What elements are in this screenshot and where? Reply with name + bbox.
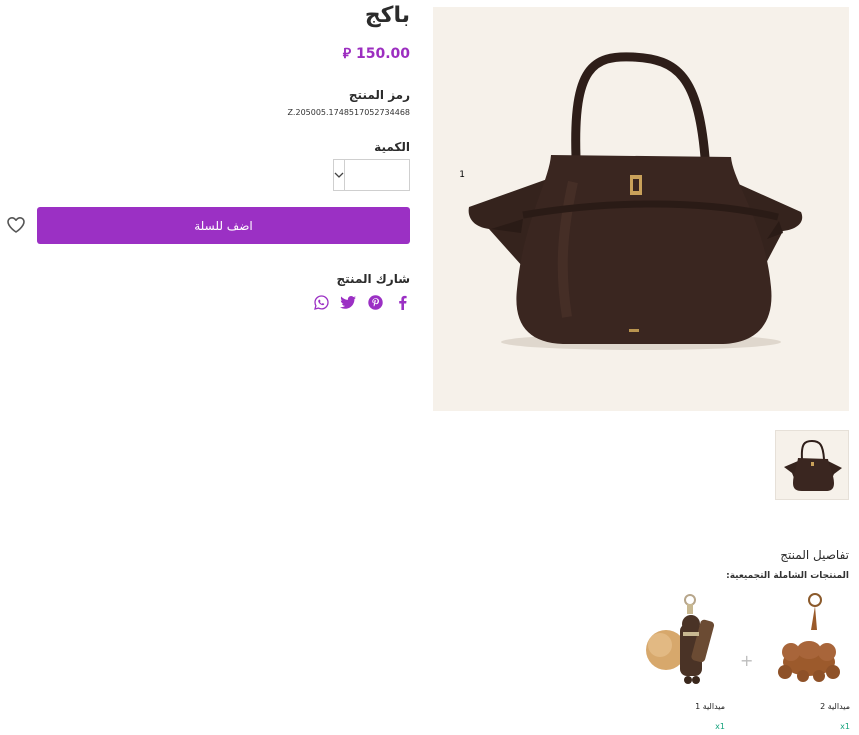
share-label: شارك المنتج	[336, 272, 411, 286]
quantity-label: الكمية	[374, 140, 410, 154]
keychain-bear-image	[778, 593, 840, 682]
bundle-item[interactable]: ميدالية 2 x1	[745, 590, 850, 731]
bundle-item-qty: x1	[840, 722, 850, 731]
whatsapp-icon[interactable]	[313, 294, 329, 310]
plus-icon: +	[740, 651, 754, 670]
price-value: 150.00	[355, 46, 410, 62]
product-main-image[interactable]	[433, 7, 849, 411]
add-to-cart-button[interactable]: اضف للسلة	[37, 207, 410, 244]
quantity-input[interactable]	[345, 160, 471, 190]
details-title: تفاصيل المنتج	[780, 548, 849, 562]
handbag-thumbnail-illustration	[784, 439, 842, 491]
share-icons	[313, 294, 410, 310]
chevron-down-icon	[334, 172, 344, 178]
quantity-stepper[interactable]	[333, 159, 471, 191]
bundle-item[interactable]: ميدالية 1 x1	[620, 590, 725, 731]
product-thumbnail[interactable]	[775, 430, 849, 500]
keychain-fur-image	[646, 594, 715, 684]
bundle-products-title: المنتجات الشاملة التجميعية:	[726, 571, 849, 581]
quantity-dropdown[interactable]	[334, 160, 345, 190]
sku-value: Z.205005.1748517052734468	[287, 108, 410, 117]
wishlist-heart-icon[interactable]	[6, 215, 26, 235]
bundle-item-name: ميدالية 2	[820, 702, 850, 711]
currency-symbol: ⃁	[342, 46, 352, 62]
twitter-icon[interactable]	[340, 294, 356, 310]
facebook-icon[interactable]	[394, 294, 410, 310]
sku-label: رمز المنتج	[348, 88, 410, 102]
product-title: باكج	[364, 3, 410, 28]
bundle-item-name: ميدالية 1	[695, 702, 725, 711]
product-price: 150.00 ⃁	[343, 44, 410, 62]
bundle-item-qty: x1	[715, 722, 725, 731]
pinterest-icon[interactable]	[367, 294, 383, 310]
handbag-illustration	[468, 52, 803, 350]
